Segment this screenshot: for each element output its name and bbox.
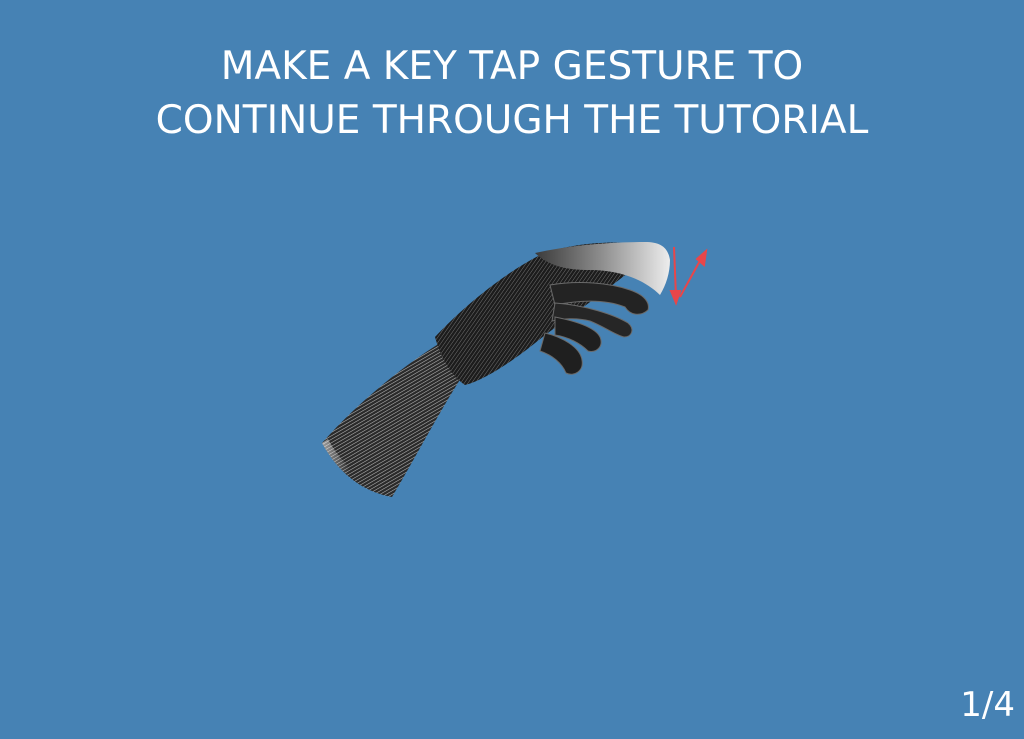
hand-key-tap-icon [300, 225, 740, 515]
instruction-line-1: MAKE A KEY TAP GESTURE TO [220, 44, 804, 89]
tutorial-screen: MAKE A KEY TAP GESTURE TO CONTINUE THROU… [0, 0, 1024, 739]
page-counter: 1/4 [960, 685, 1015, 725]
tap-motion-arrows-icon [669, 246, 708, 306]
instruction-title: MAKE A KEY TAP GESTURE TO CONTINUE THROU… [0, 40, 1024, 148]
instruction-line-2: CONTINUE THROUGH THE TUTORIAL [155, 98, 869, 143]
